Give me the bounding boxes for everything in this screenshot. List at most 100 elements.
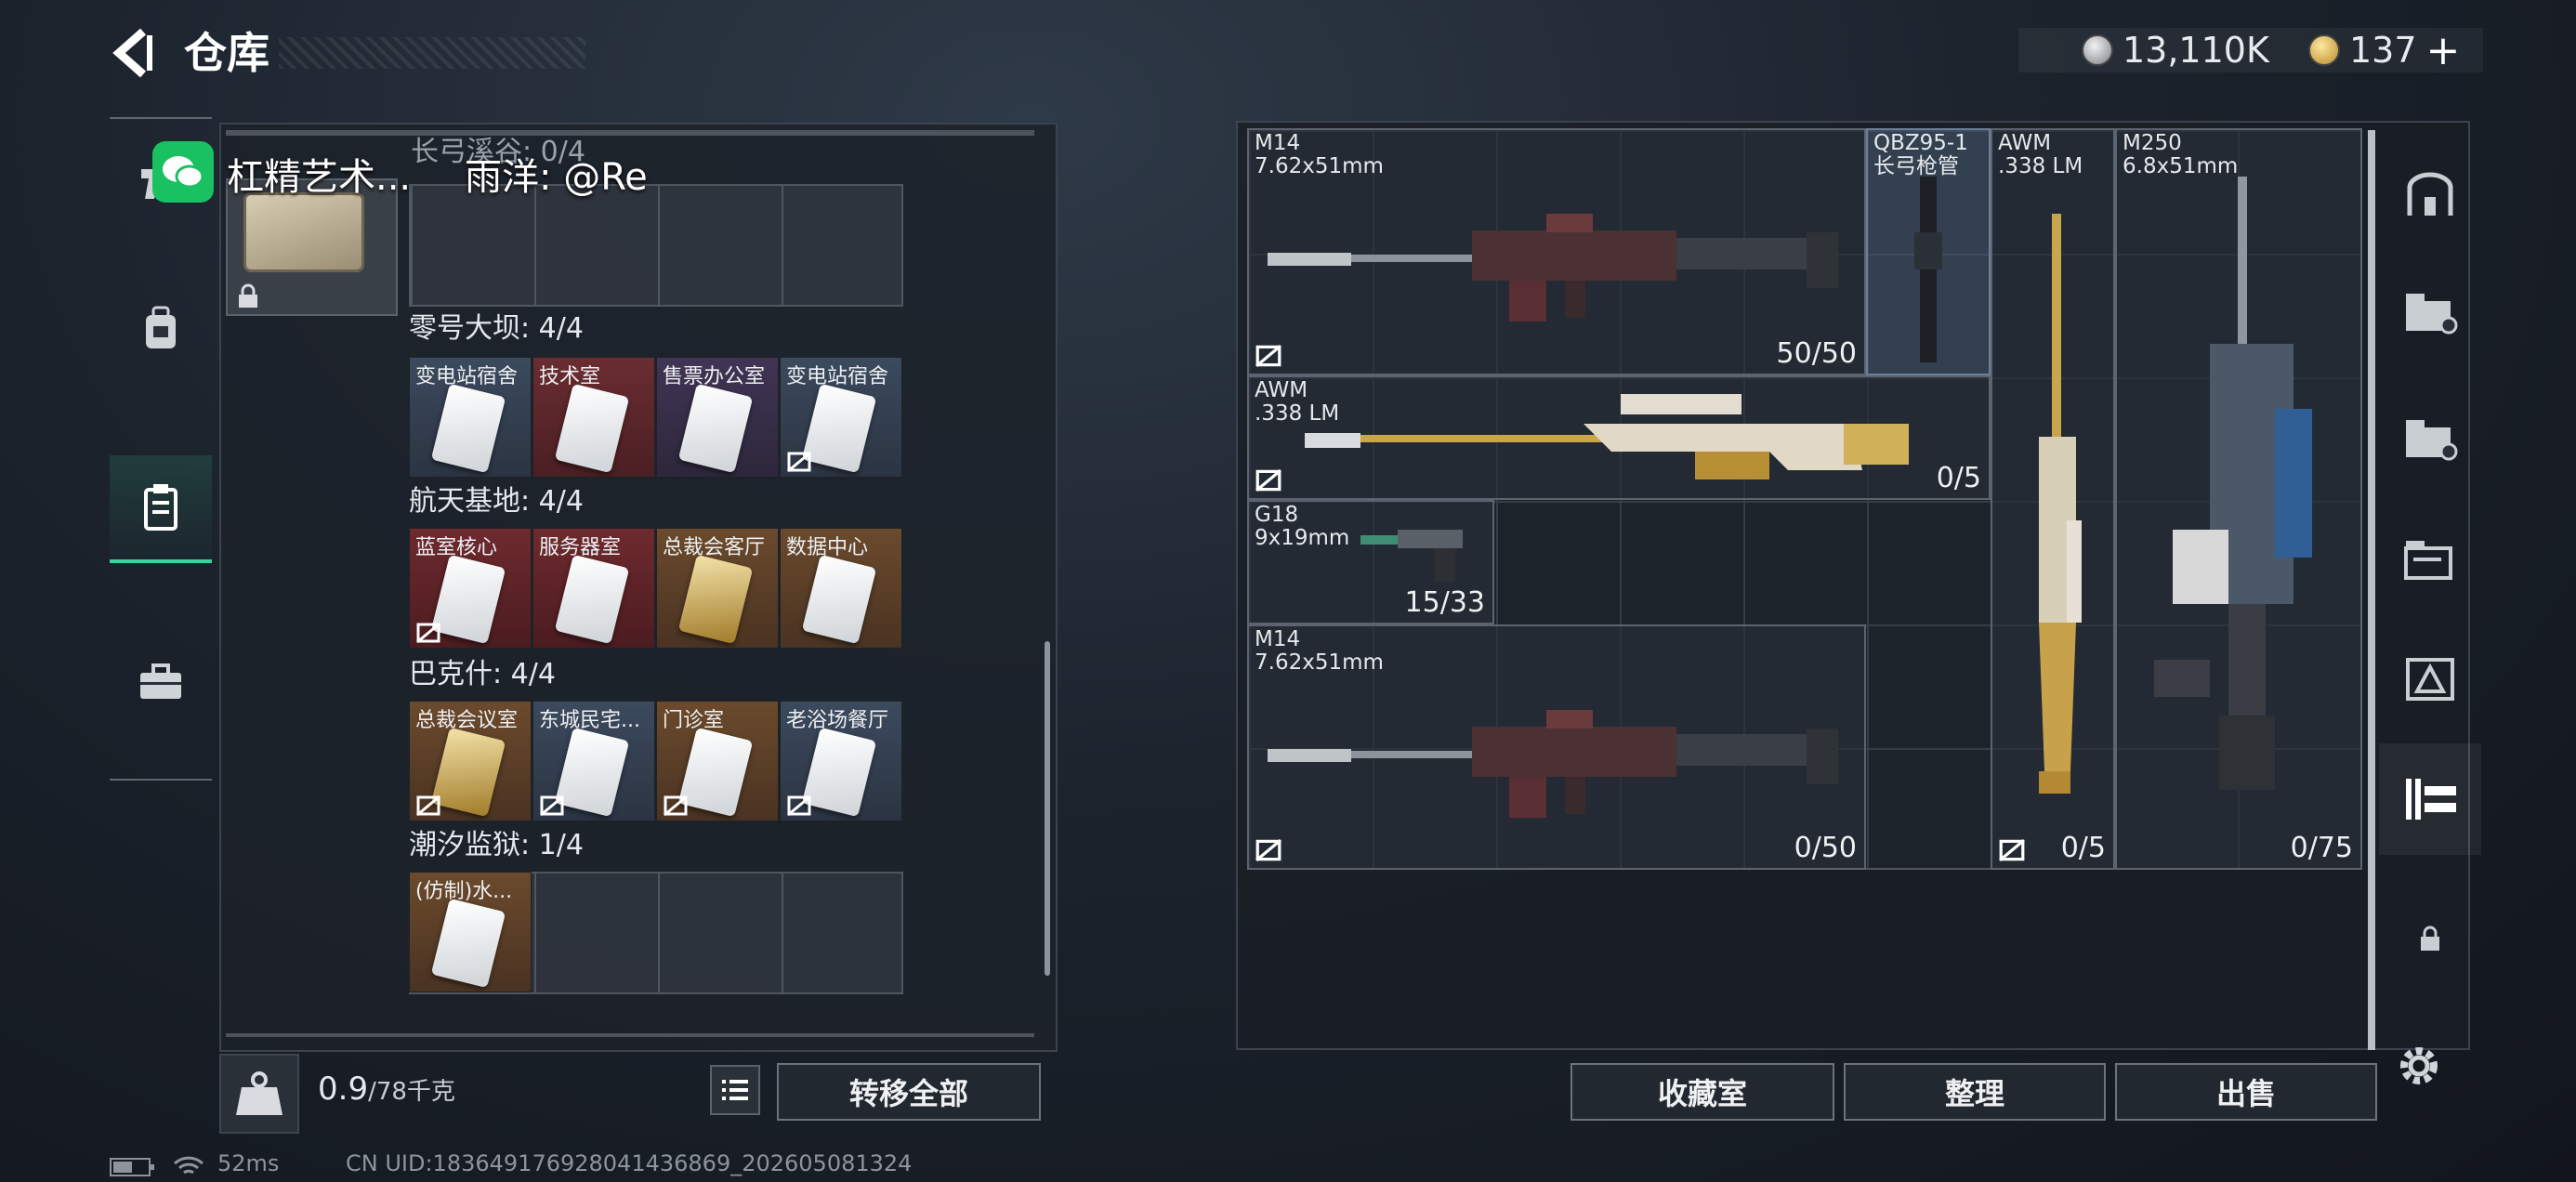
keycard-name: 变电站宿舍 [786, 365, 889, 388]
weapon-slot-m14[interactable]: M14 7.62x51mm 50/50 [1247, 128, 1866, 375]
keycard-icon [677, 554, 754, 645]
weapon-slot-m250[interactable]: M250 6.8x51mm 0/75 [2115, 128, 2362, 870]
uid-readout: CN UID:183649176928041436869_20260508132… [346, 1150, 913, 1176]
gear-icon[interactable] [2394, 1041, 2444, 1091]
awm-rifle-icon [2039, 214, 2082, 794]
weight-icon [236, 1071, 283, 1115]
keycard-icon [677, 383, 754, 474]
battery-icon [110, 1158, 154, 1176]
lock-icon [2421, 926, 2439, 951]
weapon-slot-qbz95-barrel[interactable]: QBZ95-1 长弓枪管 [1866, 128, 1991, 375]
add-currency-button[interactable]: + [2426, 27, 2461, 74]
left-category-nav [110, 117, 212, 781]
keycard-icon [801, 383, 877, 474]
weapon-ammo: 50/50 [1776, 337, 1857, 370]
keycard-name: 门诊室 [663, 709, 725, 732]
keycard-name: 变电站宿舍 [415, 365, 519, 388]
storage-vault[interactable] [2379, 139, 2481, 251]
left-scrollbar[interactable] [1045, 641, 1050, 976]
storage-iv-2[interactable] [2379, 381, 2481, 492]
keycard-icon [430, 383, 506, 474]
weapon-slot-m14-2[interactable]: M14 7.62x51mm 0/50 [1247, 624, 1866, 870]
keycard-slot[interactable]: 蓝室核心 [409, 528, 532, 649]
storage-special[interactable] [2379, 623, 2481, 734]
keycard-name: 东城民宅... [539, 709, 640, 732]
no-trade-icon [1999, 839, 2025, 861]
list-view-button[interactable] [710, 1065, 760, 1115]
back-icon[interactable] [110, 28, 156, 78]
transfer-all-button[interactable]: 转移全部 [777, 1063, 1041, 1121]
nav-keycard-case[interactable] [110, 455, 212, 563]
keycard-case-item-icon [243, 192, 364, 272]
keycard-icon [430, 898, 506, 989]
keycard-slot[interactable]: (仿制)水... [409, 872, 532, 992]
m250-rifle-icon [2154, 177, 2312, 790]
keycard-slot[interactable]: 变电站宿舍 [780, 357, 902, 478]
group-label-dam: 零号大坝: 4/4 [409, 312, 584, 345]
barrel-icon [1914, 177, 1942, 362]
lock-icon [239, 283, 257, 308]
right-scrollbar[interactable] [2368, 130, 2375, 1050]
no-trade-icon [1255, 345, 1281, 367]
organize-button[interactable]: 整理 [1844, 1063, 2106, 1121]
collection-room-button[interactable]: 收藏室 [1571, 1063, 1834, 1121]
weapon-name: M14 7.62x51mm [1255, 131, 1384, 178]
weight-max: /78千克 [368, 1078, 455, 1106]
keycard-icon [801, 727, 877, 818]
list-icon [722, 1080, 748, 1100]
keycard-name: 总裁会议室 [415, 709, 519, 732]
storage-locked[interactable] [2379, 883, 2481, 994]
storage-iv-3[interactable] [2379, 502, 2481, 613]
wechat-icon [152, 141, 214, 203]
keycard-slot[interactable]: 变电站宿舍 [409, 357, 532, 478]
keycard-name: (仿制)水... [415, 880, 513, 903]
keycard-icon [554, 727, 630, 818]
keycard-icon [554, 554, 630, 645]
partial-row-edge [226, 1033, 1034, 1037]
keycard-slot[interactable]: 数据中心 [780, 528, 902, 649]
keycard-slot[interactable]: 服务器室 [532, 528, 655, 649]
keycard-slot[interactable]: 门诊室 [656, 701, 779, 821]
gold-amount: 137 [2349, 30, 2417, 71]
silver-amount: 13,110K [2123, 30, 2269, 71]
keycard-icon [430, 727, 506, 818]
no-trade-icon [1255, 839, 1281, 861]
partial-empty-slots [409, 184, 903, 307]
keycard-slot[interactable]: 总裁会客厅 [656, 528, 779, 649]
toolbox-icon [140, 663, 181, 699]
title-decoration [279, 37, 585, 69]
gold-currency[interactable]: 137 + [2308, 27, 2461, 74]
ping-readout: 52ms [217, 1150, 280, 1176]
page-title: 仓库 [184, 28, 269, 78]
share-overlay-name: 杠精艺术... [227, 156, 412, 199]
sell-button[interactable]: 出售 [2115, 1063, 2377, 1121]
keycard-case-icon [144, 484, 177, 531]
weapon-name: G18 9x19mm [1255, 503, 1350, 550]
keycard-icon [554, 383, 630, 474]
keycard-slot[interactable]: 技术室 [532, 357, 655, 478]
right-storage-nav [2379, 139, 2481, 1031]
weight-value: 0.9 [318, 1070, 369, 1108]
share-overlay-user: 雨洋: @Re [465, 156, 648, 199]
keycard-slot[interactable]: 售票办公室 [656, 357, 779, 478]
silver-currency: 13,110K [2082, 28, 2269, 72]
storage-weapon-rack[interactable] [2379, 743, 2481, 855]
g18-pistol-icon [1360, 530, 1463, 582]
storage-iv-icon [2406, 420, 2458, 461]
keycard-slot[interactable]: 总裁会议室 [409, 701, 532, 821]
weapon-name: QBZ95-1 长弓枪管 [1873, 131, 1968, 178]
keycard-slot[interactable]: 老浴场餐厅 [780, 701, 902, 821]
storage-iv-1[interactable] [2379, 255, 2481, 366]
keycard-icon [430, 554, 506, 645]
gold-coin-icon [2308, 34, 2340, 66]
weapon-slot-awm-vertical[interactable]: AWM .338 LM 0/5 [1991, 128, 2115, 870]
nav-tools[interactable] [110, 628, 212, 736]
group-label-prison: 潮汐监狱: 1/4 [409, 829, 584, 861]
nav-equipment[interactable] [110, 275, 212, 383]
wifi-icon [173, 1156, 204, 1175]
weapon-ammo: 0/5 [1936, 462, 1981, 494]
silver-coin-icon [2082, 34, 2113, 66]
weapon-slot-g18[interactable]: G18 9x19mm 15/33 [1247, 500, 1494, 624]
weapon-slot-awm[interactable]: AWM .338 LM 0/5 [1247, 375, 1991, 500]
keycard-slot[interactable]: 东城民宅... [532, 701, 655, 821]
